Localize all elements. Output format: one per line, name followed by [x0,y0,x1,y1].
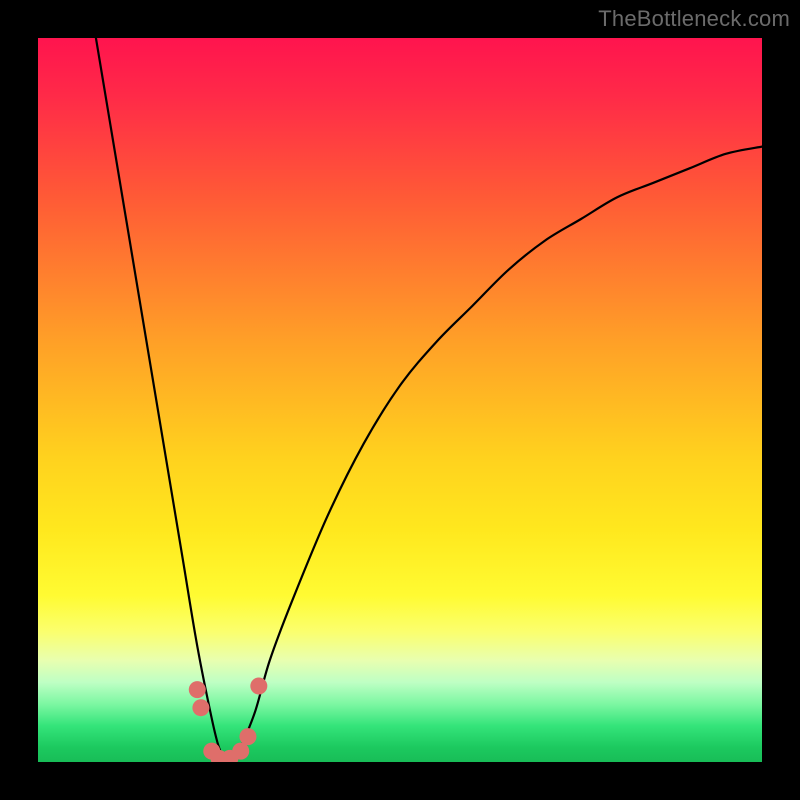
bottleneck-curve [38,38,762,762]
watermark-label: TheBottleneck.com [598,6,790,32]
curve-marker [250,677,267,694]
curve-marker [192,699,209,716]
curve-marker [239,728,256,745]
curve-path [96,38,762,762]
chart-frame: TheBottleneck.com [0,0,800,800]
curve-marker [189,681,206,698]
plot-area [38,38,762,762]
marker-layer [189,677,268,762]
curve-marker [232,743,249,760]
